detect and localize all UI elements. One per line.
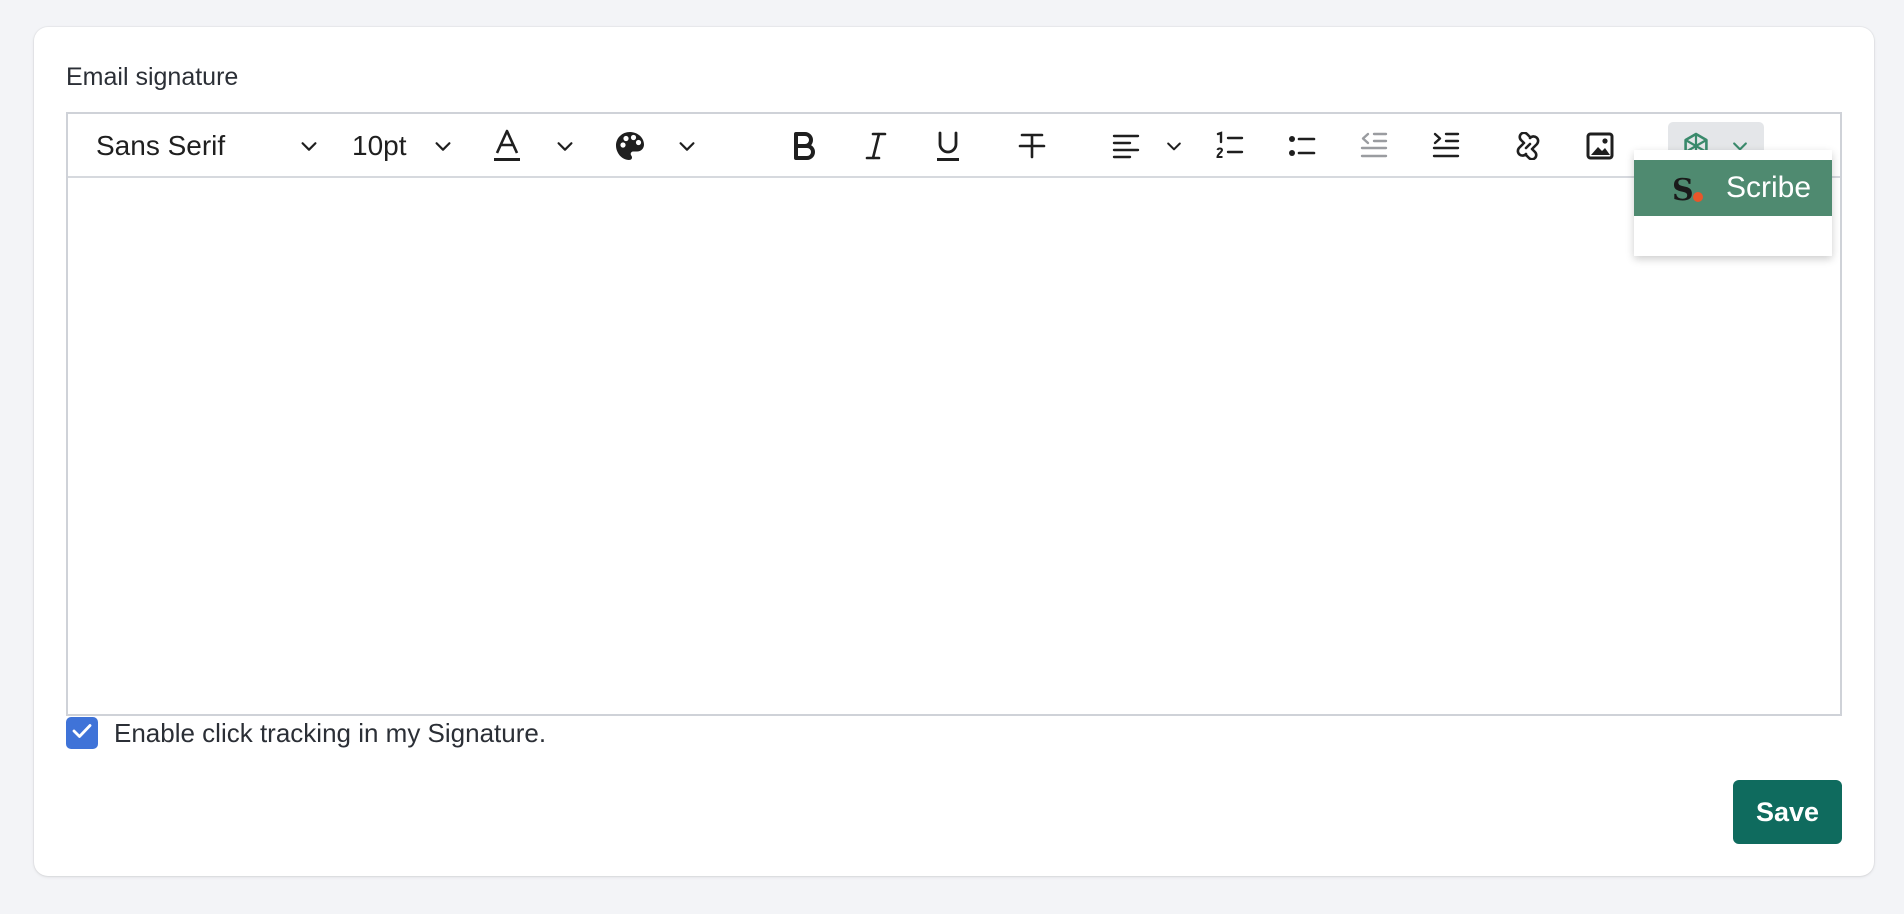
image-icon [1586, 132, 1614, 160]
ordered-list-button[interactable] [1210, 122, 1250, 170]
checkmark-icon [72, 723, 92, 744]
scribe-menu-item[interactable]: S Scribe [1634, 160, 1832, 216]
save-button[interactable]: Save [1733, 780, 1842, 844]
ordered-list-icon [1216, 131, 1244, 161]
signature-card: Email signature Sans Serif 10pt Enable c… [34, 27, 1874, 876]
editor-content-area[interactable] [68, 178, 1840, 714]
font-family-select[interactable]: Sans Serif [96, 122, 320, 170]
indent-icon [1432, 131, 1460, 161]
italic-icon [863, 131, 889, 161]
image-button[interactable] [1580, 122, 1620, 170]
outdent-button[interactable] [1354, 122, 1394, 170]
click-tracking-row: Enable click tracking in my Signature. [66, 716, 546, 750]
italic-button[interactable] [856, 122, 896, 170]
signature-editor: Sans Serif 10pt [66, 112, 1842, 716]
bullet-list-button[interactable] [1282, 122, 1322, 170]
strikethrough-icon [1018, 131, 1046, 161]
click-tracking-label: Enable click tracking in my Signature. [114, 717, 547, 748]
bullet-list-icon [1288, 132, 1316, 160]
chevron-down-icon [1164, 136, 1184, 156]
align-button[interactable] [1112, 122, 1184, 170]
font-family-value: Sans Serif [96, 130, 226, 161]
text-color-button[interactable] [492, 122, 576, 170]
scribe-label: Scribe [1726, 171, 1812, 204]
scribe-logo-icon: S [1670, 170, 1706, 208]
editor-toolbar: Sans Serif 10pt [68, 114, 1840, 178]
indent-button[interactable] [1426, 122, 1466, 170]
underline-button[interactable] [928, 122, 968, 170]
scribe-logo-letter: S [1672, 173, 1694, 206]
integration-dropdown: S Scribe [1634, 150, 1832, 256]
background-color-button[interactable] [614, 122, 698, 170]
font-size-select[interactable]: 10pt [352, 122, 454, 170]
text-color-icon [492, 129, 522, 163]
chevron-down-icon [676, 135, 698, 157]
font-size-value: 10pt [352, 130, 407, 161]
chevron-down-icon [554, 135, 576, 157]
bold-icon [791, 131, 817, 161]
bold-button[interactable] [784, 122, 824, 170]
click-tracking-checkbox[interactable] [66, 717, 98, 749]
underline-icon [934, 130, 962, 162]
chevron-down-icon [432, 135, 454, 157]
strikethrough-button[interactable] [1012, 122, 1052, 170]
align-left-icon [1112, 132, 1140, 160]
link-icon [1514, 132, 1542, 160]
chevron-down-icon [298, 135, 320, 157]
palette-icon [614, 130, 646, 162]
link-button[interactable] [1508, 122, 1548, 170]
section-label: Email signature [66, 63, 239, 91]
outdent-icon [1360, 131, 1388, 161]
